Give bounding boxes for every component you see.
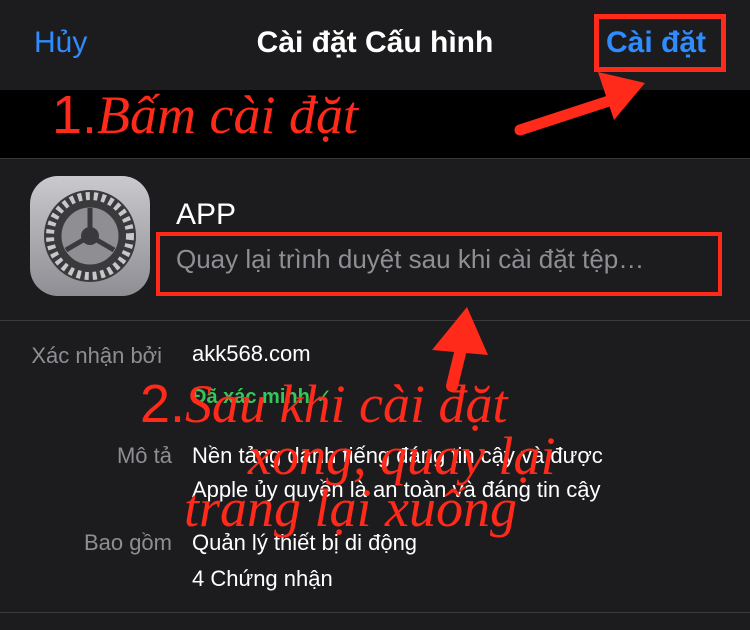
arrow-to-description bbox=[432, 307, 488, 392]
